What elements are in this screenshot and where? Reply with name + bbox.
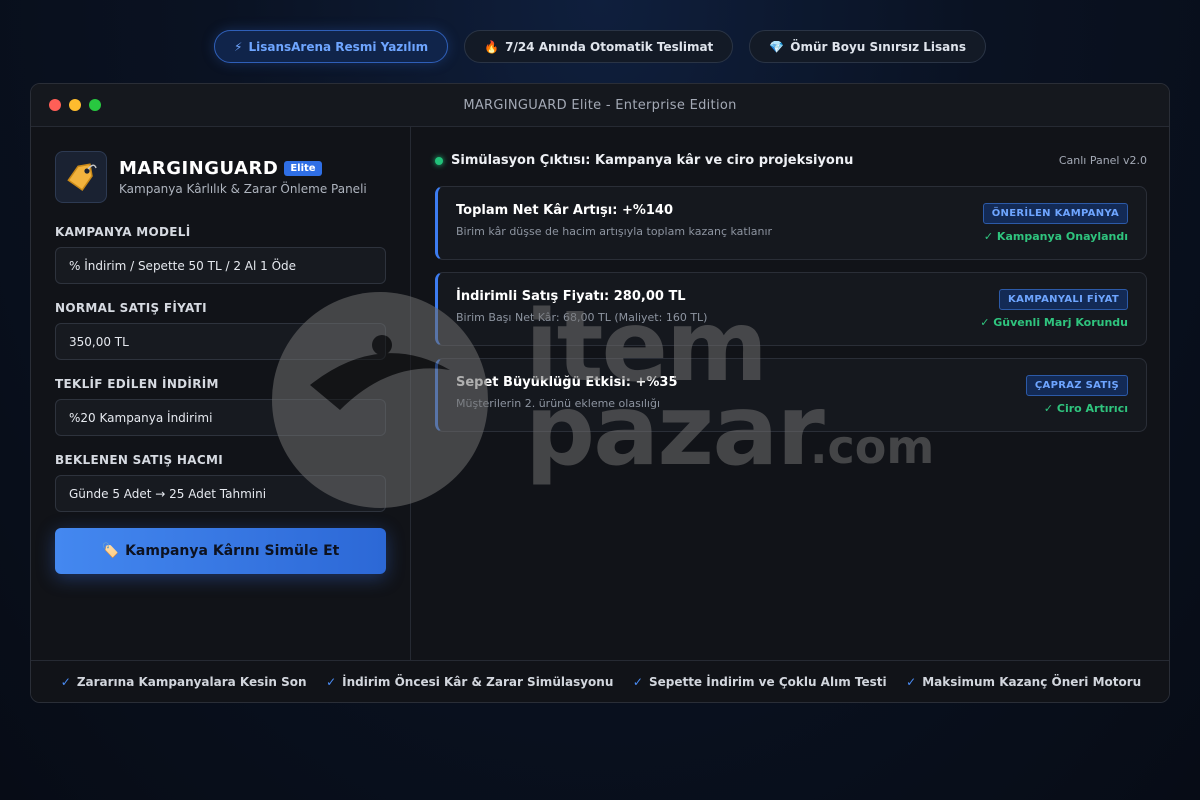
card-status: ✓ Güvenli Marj Korundu bbox=[980, 316, 1128, 329]
pill-label: Ömür Boyu Sınırsız Lisans bbox=[790, 39, 966, 54]
panel-version: Canlı Panel v2.0 bbox=[1058, 154, 1147, 167]
card-subtitle: Birim Başı Net Kâr: 68,00 TL (Maliyet: 1… bbox=[456, 311, 708, 324]
diamond-icon: 💎 bbox=[769, 39, 785, 54]
field-label-discount: TEKLİF EDİLEN İNDİRİM bbox=[55, 377, 219, 391]
field-label-normal-price: NORMAL SATIŞ FİYATI bbox=[55, 301, 207, 315]
app-window: MARGINGUARD Elite - Enterprise Edition M… bbox=[30, 83, 1170, 703]
field-label-campaign-model: KAMPANYA MODELİ bbox=[55, 225, 191, 239]
top-pills: ⚡ LisansArena Resmi Yazılım 🔥 7/24 Anınd… bbox=[0, 30, 1200, 63]
fire-icon: 🔥 bbox=[484, 39, 500, 54]
close-button[interactable] bbox=[49, 99, 61, 111]
main-content: MARGINGUARD Elite Kampanya Kârlılık & Za… bbox=[31, 127, 1169, 661]
feature-footer: ✓ Zararına Kampanyalara Kesin Son ✓ İndi… bbox=[31, 660, 1169, 702]
card-tag: KAMPANYALI FİYAT bbox=[999, 289, 1128, 310]
maximize-button[interactable] bbox=[89, 99, 101, 111]
card-title: İndirimli Satış Fiyatı: 280,00 TL bbox=[456, 289, 686, 304]
brand-subtitle: Kampanya Kârlılık & Zarar Önleme Paneli bbox=[119, 182, 367, 196]
discount-field[interactable]: %20 Kampanya İndirimi bbox=[55, 399, 386, 436]
campaign-model-field[interactable]: % İndirim / Sepette 50 TL / 2 Al 1 Öde bbox=[55, 247, 386, 284]
pill-label: LisansArena Resmi Yazılım bbox=[248, 39, 429, 54]
check-icon: ✓ bbox=[326, 674, 337, 689]
card-title: Toplam Net Kâr Artışı: +%140 bbox=[456, 203, 674, 218]
check-icon: ✓ bbox=[906, 674, 917, 689]
field-label-sales-volume: BEKLENEN SATIŞ HACMI bbox=[55, 453, 223, 467]
brand-name-row: MARGINGUARD Elite bbox=[119, 158, 367, 179]
output-header: Simülasyon Çıktısı: Kampanya kâr ve ciro… bbox=[435, 153, 1147, 168]
card-tag: ÇAPRAZ SATIŞ bbox=[1025, 375, 1128, 396]
simulate-button[interactable]: 🏷️ Kampanya Kârını Simüle Et bbox=[55, 528, 386, 574]
sales-volume-field[interactable]: Günde 5 Adet → 25 Adet Tahmini bbox=[55, 475, 386, 512]
card-subtitle: Müşterilerin 2. ürünü ekleme olasılığı bbox=[456, 397, 661, 410]
card-subtitle: Birim kâr düşse de hacim artışıyla topla… bbox=[456, 225, 773, 238]
pill-lifetime-license[interactable]: 💎 Ömür Boyu Sınırsız Lisans bbox=[749, 30, 986, 63]
result-card-net-profit: Toplam Net Kâr Artışı: +%140 Birim kâr d… bbox=[435, 186, 1147, 260]
pill-label: 7/24 Anında Otomatik Teslimat bbox=[505, 39, 714, 54]
pill-instant-delivery[interactable]: 🔥 7/24 Anında Otomatik Teslimat bbox=[464, 30, 734, 63]
normal-price-field[interactable]: 350,00 TL bbox=[55, 323, 386, 360]
check-icon: ✓ bbox=[632, 674, 643, 689]
card-tag: ÖNERİLEN KAMPANYA bbox=[982, 203, 1128, 224]
card-status: ✓ Kampanya Onaylandı bbox=[983, 230, 1128, 243]
card-title: Sepet Büyüklüğü Etkisi: +%35 bbox=[456, 375, 678, 390]
output-panel: Simülasyon Çıktısı: Kampanya kâr ve ciro… bbox=[411, 127, 1169, 661]
minimize-button[interactable] bbox=[69, 99, 81, 111]
brand-header: MARGINGUARD Elite Kampanya Kârlılık & Za… bbox=[55, 151, 386, 203]
live-status-dot-icon bbox=[435, 156, 443, 165]
pill-official-software[interactable]: ⚡ LisansArena Resmi Yazılım bbox=[214, 30, 449, 63]
result-card-discounted-price: İndirimli Satış Fiyatı: 280,00 TL Birim … bbox=[435, 272, 1147, 346]
result-card-basket-effect: Sepet Büyüklüğü Etkisi: +%35 Müşterileri… bbox=[435, 358, 1147, 432]
lightning-icon: ⚡ bbox=[234, 39, 243, 54]
input-panel: MARGINGUARD Elite Kampanya Kârlılık & Za… bbox=[31, 127, 411, 661]
card-status: ✓ Ciro Artırıcı bbox=[1043, 402, 1128, 415]
footer-item: ✓ İndirim Öncesi Kâr & Zarar Simülasyonu bbox=[326, 674, 614, 689]
check-icon: ✓ bbox=[60, 674, 71, 689]
footer-item: ✓ Sepette İndirim ve Çoklu Alım Testi bbox=[632, 674, 887, 689]
price-tag-icon bbox=[55, 151, 107, 203]
elite-badge: Elite bbox=[284, 161, 322, 176]
simulate-button-label: Kampanya Kârını Simüle Et bbox=[125, 543, 340, 559]
window-controls bbox=[49, 99, 101, 111]
brand-title: MARGINGUARD bbox=[119, 158, 279, 179]
window-title: MARGINGUARD Elite - Enterprise Edition bbox=[463, 97, 737, 113]
title-bar: MARGINGUARD Elite - Enterprise Edition bbox=[31, 84, 1169, 127]
footer-item: ✓ Zararına Kampanyalara Kesin Son bbox=[60, 674, 307, 689]
output-title: Simülasyon Çıktısı: Kampanya kâr ve ciro… bbox=[451, 153, 854, 168]
tag-icon: 🏷️ bbox=[101, 543, 120, 559]
footer-item: ✓ Maksimum Kazanç Öneri Motoru bbox=[906, 674, 1142, 689]
